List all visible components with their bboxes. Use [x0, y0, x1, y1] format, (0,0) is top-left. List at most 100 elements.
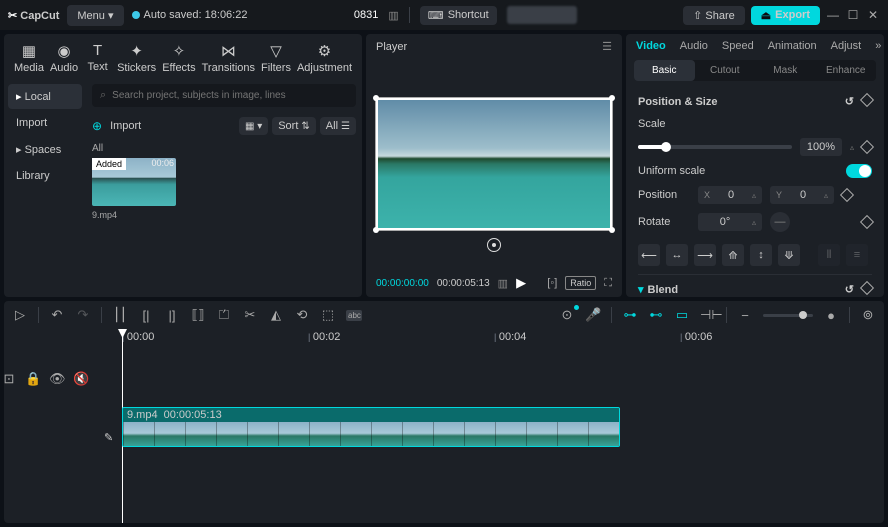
magnet-icon[interactable]: ⊙: [559, 307, 575, 323]
section-blend[interactable]: Blend: [648, 284, 679, 296]
sidebar-item-library[interactable]: Library: [8, 164, 82, 188]
timeline-tracks[interactable]: | 00:00 | 00:02 | 00:04 | 00:06 ✎ 9.mp40…: [86, 329, 884, 523]
shortcut-button[interactable]: ⌨ Shortcut: [420, 6, 497, 25]
share-button[interactable]: ⇧ Share: [683, 6, 745, 25]
delete-icon[interactable]: ⏍: [216, 307, 232, 323]
import-button[interactable]: Import: [110, 120, 141, 132]
tab-effects[interactable]: ✧Effects: [160, 38, 197, 78]
align-center-h-button[interactable]: ↔: [666, 244, 688, 266]
tab-stickers[interactable]: ✦Stickers: [115, 38, 158, 78]
preview-area[interactable]: [366, 59, 622, 269]
rotate-keyframe-icon[interactable]: [860, 215, 874, 229]
align-left-button[interactable]: ⟵: [638, 244, 660, 266]
link-icon[interactable]: ⊶: [622, 307, 638, 323]
snap-icon[interactable]: ⊷: [648, 307, 664, 323]
caption-icon[interactable]: abc: [346, 310, 362, 321]
tab-adjustment[interactable]: ⚙Adjustment: [295, 38, 354, 78]
split-icon[interactable]: ⎮⎮: [112, 307, 128, 323]
tab-media[interactable]: ▦Media: [12, 38, 46, 78]
sidebar-item-spaces[interactable]: ▸ Spaces: [8, 137, 82, 162]
align-right-button[interactable]: ⟶: [694, 244, 716, 266]
mic-icon[interactable]: 🎤: [585, 307, 601, 323]
tab-transitions[interactable]: ⋈Transitions: [200, 38, 257, 78]
zoom-slider[interactable]: [763, 314, 813, 317]
rtab-animation[interactable]: Animation: [768, 40, 817, 52]
scale-value[interactable]: 100%: [800, 138, 842, 156]
collapse-icon[interactable]: ⊣⊢: [700, 307, 716, 323]
visibility-icon[interactable]: 👁: [49, 371, 65, 387]
scale-stepper[interactable]: ▵: [850, 143, 854, 152]
stickers-icon: ✦: [130, 42, 143, 60]
maximize-icon[interactable]: ☐: [846, 8, 860, 22]
preview-canvas[interactable]: [375, 97, 613, 231]
cut-icon[interactable]: ✂: [242, 307, 258, 323]
subtab-cutout[interactable]: Cutout: [695, 60, 756, 81]
search-input[interactable]: ⌕: [92, 84, 356, 107]
layout-icon[interactable]: ▥: [388, 9, 398, 22]
trim-left-icon[interactable]: [|: [138, 308, 154, 323]
focus-icon[interactable]: [◦]: [547, 277, 557, 289]
align-bottom-button[interactable]: ⟱: [778, 244, 800, 266]
sort-button[interactable]: Sort ⇅: [272, 117, 316, 135]
uniform-scale-toggle[interactable]: [846, 164, 872, 178]
play-button[interactable]: ▶: [516, 275, 526, 291]
close-icon[interactable]: ✕: [866, 8, 880, 22]
minimize-icon[interactable]: —: [826, 8, 840, 22]
player-menu-icon[interactable]: ☰: [602, 40, 612, 53]
reset-icon[interactable]: ↺: [845, 95, 854, 108]
freeze-icon[interactable]: ◭: [268, 307, 284, 323]
rtab-adjust[interactable]: Adjust: [831, 40, 862, 52]
menu-button[interactable]: Menu ▾: [67, 5, 123, 26]
time-ruler[interactable]: | 00:00 | 00:02 | 00:04 | 00:06: [86, 329, 884, 347]
crop-icon[interactable]: ⬚: [320, 307, 336, 323]
blend-keyframe-icon[interactable]: [860, 281, 874, 295]
position-x-input[interactable]: X0▵: [698, 186, 762, 204]
track-settings-icon[interactable]: ⊡: [1, 371, 17, 387]
fullscreen-icon[interactable]: ⛶: [604, 277, 612, 290]
zoom-in-icon[interactable]: ●: [823, 308, 839, 323]
media-thumbnail[interactable]: Added 00:06 9.mp4: [92, 158, 176, 220]
pencil-icon[interactable]: ✎: [104, 431, 113, 444]
keyframe-icon[interactable]: [860, 93, 874, 107]
pointer-tool-icon[interactable]: ▷: [12, 307, 28, 323]
transform-indicator-icon[interactable]: [487, 238, 501, 252]
sidebar-item-import[interactable]: Import: [8, 111, 82, 135]
reverse-icon[interactable]: ⟲: [294, 307, 310, 323]
align-top-button[interactable]: ⟰: [722, 244, 744, 266]
tab-audio[interactable]: ◉Audio: [48, 38, 80, 78]
blend-reset-icon[interactable]: ↺: [845, 283, 854, 296]
rtab-speed[interactable]: Speed: [722, 40, 754, 52]
scale-slider[interactable]: [638, 145, 792, 149]
filter-all-button[interactable]: All ☰: [320, 117, 356, 135]
subtab-basic[interactable]: Basic: [634, 60, 695, 81]
chevron-down-icon[interactable]: ▾: [638, 283, 644, 296]
lock-icon[interactable]: 🔒: [25, 371, 41, 387]
position-keyframe-icon[interactable]: [840, 188, 854, 202]
rotate-input[interactable]: 0°▵: [698, 213, 762, 231]
tab-filters[interactable]: ▽Filters: [259, 38, 293, 78]
more-tabs-icon[interactable]: »: [875, 40, 881, 52]
sidebar-item-local[interactable]: ▸ Local: [8, 84, 82, 109]
export-button[interactable]: ⏏ Export: [751, 6, 820, 25]
position-y-input[interactable]: Y0▵: [770, 186, 834, 204]
grid-icon[interactable]: ▥: [498, 277, 508, 290]
bracket-icon[interactable]: ⟦⟧: [190, 307, 206, 323]
tab-text[interactable]: TText: [82, 38, 113, 78]
ratio-button[interactable]: Ratio: [565, 276, 596, 290]
video-clip[interactable]: 9.mp400:00:05:13: [122, 407, 620, 447]
fit-icon[interactable]: ⊚: [860, 307, 876, 323]
rtab-audio[interactable]: Audio: [680, 40, 708, 52]
zoom-out-icon[interactable]: −: [737, 308, 753, 323]
subtab-mask[interactable]: Mask: [755, 60, 816, 81]
align-center-v-button[interactable]: ↕: [750, 244, 772, 266]
rotate-flip-icon[interactable]: —: [770, 212, 790, 232]
redo-icon[interactable]: ↷: [75, 307, 91, 323]
subtab-enhance[interactable]: Enhance: [816, 60, 877, 81]
view-toggle-button[interactable]: ▦ ▾: [239, 117, 268, 135]
rtab-video[interactable]: Video: [636, 40, 666, 52]
scale-keyframe-icon[interactable]: [860, 140, 874, 154]
trim-right-icon[interactable]: |]: [164, 308, 180, 323]
project-name[interactable]: 0831: [354, 9, 378, 21]
preview-toggle-icon[interactable]: ▭: [674, 307, 690, 323]
undo-icon[interactable]: ↶: [49, 307, 65, 323]
